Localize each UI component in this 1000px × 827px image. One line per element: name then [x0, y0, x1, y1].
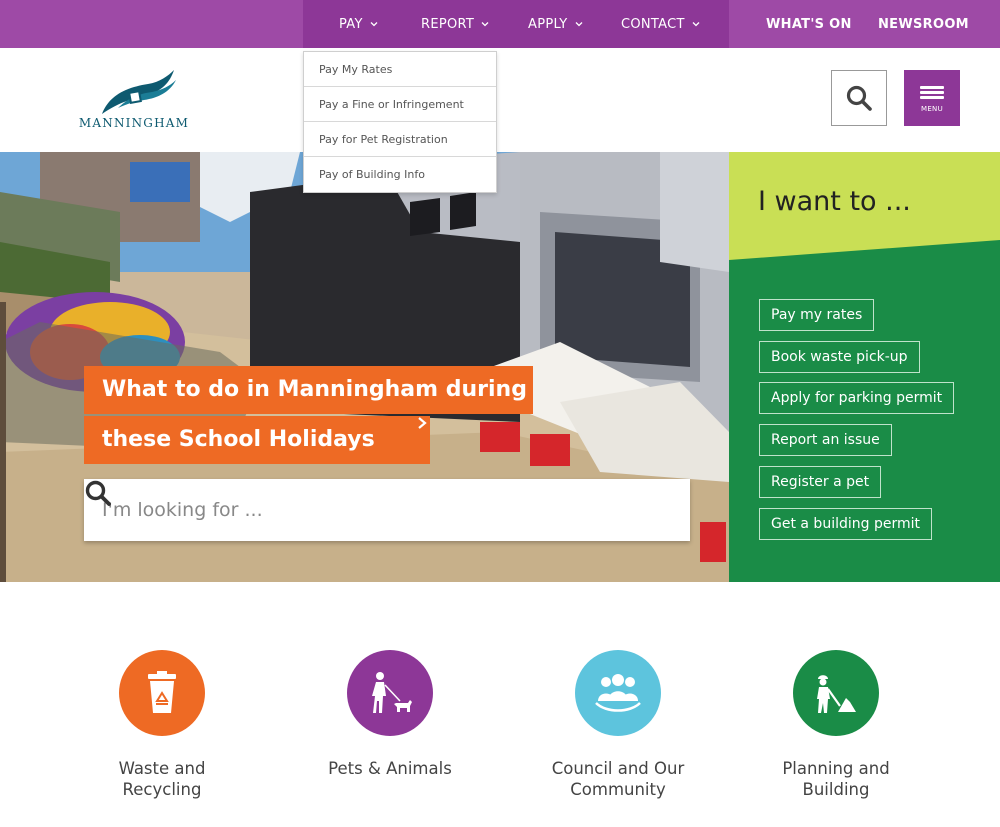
nav-report-label: REPORT	[421, 16, 475, 32]
nav-pay[interactable]: PAY	[339, 0, 379, 48]
menu-button[interactable]: MENU	[904, 70, 960, 126]
recycling-bin-icon	[119, 650, 205, 736]
promo-line1-text: What to do in Manningham during	[102, 377, 527, 402]
dropdown-item-pay-fine[interactable]: Pay a Fine or Infringement	[304, 87, 496, 122]
nav-pay-label: PAY	[339, 16, 363, 32]
category-pets-animals[interactable]: Pets & Animals	[295, 650, 485, 779]
search-icon	[846, 85, 872, 111]
search-icon[interactable]	[84, 479, 112, 507]
category-label: Waste and Recycling	[118, 759, 206, 799]
dropdown-item-building-info[interactable]: Pay of Building Info	[304, 157, 496, 192]
logo-text: MANNINGHAM	[78, 116, 190, 130]
header-search-button[interactable]	[831, 70, 887, 126]
nav-apply-label: APPLY	[528, 16, 568, 32]
quicklink-apply-parking-permit[interactable]: Apply for parking permit	[759, 382, 955, 414]
promo-banner-line1[interactable]: What to do in Manningham during	[84, 366, 533, 414]
quicklink-book-waste-pickup[interactable]: Book waste pick-up	[759, 341, 920, 373]
hero-banner: What to do in Manningham during these Sc…	[0, 152, 729, 582]
search-input[interactable]	[84, 479, 624, 541]
category-label: Planning and Building	[782, 759, 890, 799]
chevron-down-icon	[692, 22, 700, 27]
construction-worker-icon	[793, 650, 879, 736]
category-council-community[interactable]: Council and Our Community	[523, 650, 713, 800]
logo-emblem-icon	[102, 70, 176, 114]
i-want-to-title: I want to ...	[758, 186, 911, 217]
category-label: Pets & Animals	[328, 759, 452, 778]
hamburger-icon	[920, 84, 944, 101]
pay-dropdown-menu: Pay My Rates Pay a Fine or Infringement …	[303, 51, 497, 193]
category-label: Council and Our Community	[551, 759, 685, 799]
dropdown-item-pet-registration[interactable]: Pay for Pet Registration	[304, 122, 496, 157]
nav-report[interactable]: REPORT	[421, 0, 490, 48]
dropdown-item-pay-my-rates[interactable]: Pay My Rates	[304, 52, 496, 87]
menu-label: MENU	[920, 104, 944, 113]
site-search-bar	[84, 479, 690, 541]
nav-contact-label: CONTACT	[621, 16, 685, 32]
chevron-down-icon	[575, 22, 582, 27]
category-planning-building[interactable]: Planning and Building	[741, 650, 931, 800]
chevron-down-icon	[481, 22, 489, 27]
nav-apply[interactable]: APPLY	[528, 0, 584, 48]
main-navigation: PAY REPORT APPLY CONTACT	[303, 0, 729, 48]
quicklink-report-issue[interactable]: Report an issue	[759, 424, 892, 456]
nav-newsroom[interactable]: NEWSROOM	[878, 0, 969, 48]
quicklink-pay-my-rates[interactable]: Pay my rates	[759, 299, 875, 331]
chevron-down-icon	[370, 22, 378, 27]
dog-walker-icon	[347, 650, 433, 736]
promo-line2-text: these School Holidays	[102, 427, 375, 452]
top-navigation-bar: PAY REPORT APPLY CONTACT WHAT'S ON NEWSR…	[0, 0, 1000, 48]
community-group-icon	[575, 650, 661, 736]
category-waste-recycling[interactable]: Waste and Recycling	[67, 650, 257, 800]
nav-contact[interactable]: CONTACT	[621, 0, 701, 48]
quicklink-building-permit[interactable]: Get a building permit	[759, 508, 932, 540]
manningham-logo[interactable]: MANNINGHAM	[78, 68, 190, 130]
nav-whats-on[interactable]: WHAT'S ON	[766, 0, 852, 48]
quicklink-register-pet[interactable]: Register a pet	[759, 466, 882, 498]
promo-banner-line2[interactable]: these School Holidays	[84, 416, 430, 464]
i-want-to-panel: I want to ... Pay my rates Book waste pi…	[729, 152, 1000, 582]
